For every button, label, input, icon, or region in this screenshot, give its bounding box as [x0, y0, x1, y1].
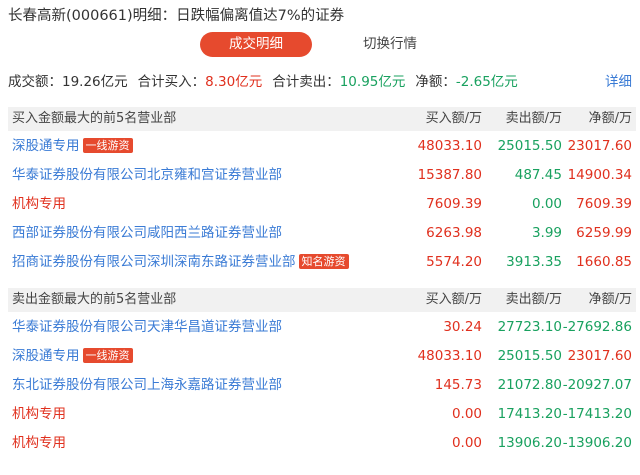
summary-bar: 成交额：19.26亿元 合计买入：8.30亿元 合计卖出：10.95亿元 净额：-2.…	[8, 72, 632, 92]
table-row[interactable]: 机构专用 7609.39 0.00 7609.39	[8, 190, 636, 219]
sell-amount: 25015.50	[497, 138, 562, 154]
column-header-sell: 卖出额/万	[505, 292, 562, 307]
net-amount: 7609.39	[576, 196, 632, 212]
page-title: 长春高新(000661)明细：日跌幅偏离值达7%的证券	[8, 8, 345, 24]
branch-name-text[interactable]: 华泰证券股份有限公司天津华昌道证券营业部	[12, 319, 282, 335]
buy-amount: 48033.10	[417, 138, 482, 154]
table-row[interactable]: 招商证券股份有限公司深圳深南东路证券营业部 知名游资 5574.20 3913.35 1…	[8, 248, 636, 277]
table-row[interactable]: 机构专用 0.00 13906.20 -13906.20	[8, 429, 636, 458]
total-buy-value: 8.30亿元	[205, 74, 263, 90]
branch-name[interactable]: 深股通专用 一线游资	[12, 342, 133, 371]
turnover-label: 成交额：	[8, 74, 62, 90]
sell-amount: 13906.20	[497, 435, 562, 451]
net-amount: -27692.86	[562, 319, 632, 335]
tab-bar: 成交明细 切换行情	[0, 32, 640, 58]
sell-amount: 27723.10	[497, 319, 562, 335]
sell-amount: 25015.50	[497, 348, 562, 364]
column-header-net: 净额/万	[588, 111, 632, 126]
buy-amount: 30.24	[443, 319, 482, 335]
trader-badge: 一线游资	[82, 138, 133, 153]
buy-amount: 145.73	[434, 377, 482, 393]
buy-amount: 15387.80	[417, 167, 482, 183]
table-row[interactable]: 华泰证券股份有限公司北京雍和宫证券营业部 15387.80 487.45 14900.…	[8, 161, 636, 190]
buy-amount: 5574.20	[426, 254, 482, 270]
net-amount: 1660.85	[576, 254, 632, 270]
branch-name-text[interactable]: 深股通专用	[12, 348, 80, 364]
tab-switch-quote[interactable]: 切换行情	[340, 32, 440, 57]
total-sell-label: 合计卖出：	[272, 74, 340, 90]
net-value: -2.65亿元	[455, 74, 518, 90]
column-header-buy: 买入额/万	[425, 292, 482, 307]
net-amount: 23017.60	[567, 348, 632, 364]
branch-name-text[interactable]: 机构专用	[12, 196, 66, 212]
branch-name-text[interactable]: 机构专用	[12, 406, 66, 422]
table-row[interactable]: 深股通专用 一线游资 48033.10 25015.50 23017.60	[8, 132, 636, 161]
tab-trade-detail[interactable]: 成交明细	[200, 32, 312, 57]
table-row[interactable]: 西部证券股份有限公司咸阳西兰路证券营业部 6263.98 3.99 6259.99	[8, 219, 636, 248]
buy-amount: 7609.39	[426, 196, 482, 212]
sell-amount: 17413.20	[497, 406, 562, 422]
column-header-net: 净额/万	[588, 292, 632, 307]
buy-amount: 0.00	[451, 406, 482, 422]
buy-amount: 0.00	[451, 435, 482, 451]
branch-name[interactable]: 机构专用	[12, 190, 66, 219]
branch-name[interactable]: 招商证券股份有限公司深圳深南东路证券营业部 知名游资	[12, 248, 349, 277]
branch-name[interactable]: 机构专用	[12, 429, 66, 458]
detail-link[interactable]: 详细	[605, 72, 632, 92]
sell-section-title: 卖出金额最大的前5名营业部	[12, 292, 177, 307]
buy-section-header: 买入金额最大的前5名营业部 买入额/万 卖出额/万 净额/万	[8, 107, 636, 131]
net-amount: 6259.99	[576, 225, 632, 241]
branch-name-text[interactable]: 机构专用	[12, 435, 66, 451]
branch-name[interactable]: 华泰证券股份有限公司北京雍和宫证券营业部	[12, 161, 282, 190]
net-amount: -13906.20	[562, 435, 632, 451]
branch-name[interactable]: 华泰证券股份有限公司天津华昌道证券营业部	[12, 313, 282, 342]
total-buy-label: 合计买入：	[137, 74, 206, 90]
net-amount: 23017.60	[567, 138, 632, 154]
sell-amount: 21072.80	[497, 377, 562, 393]
turnover-value: 19.26亿元	[62, 74, 128, 90]
column-header-sell: 卖出额/万	[505, 111, 562, 126]
sell-amount: 3.99	[531, 225, 562, 241]
branch-name-text[interactable]: 西部证券股份有限公司咸阳西兰路证券营业部	[12, 225, 282, 241]
buy-amount: 48033.10	[417, 348, 482, 364]
branch-name-text[interactable]: 深股通专用	[12, 138, 80, 154]
sell-amount: 0.00	[531, 196, 562, 212]
branch-name[interactable]: 深股通专用 一线游资	[12, 132, 133, 161]
net-label: 净额：	[415, 74, 456, 90]
sell-amount: 487.45	[514, 167, 562, 183]
table-row[interactable]: 华泰证券股份有限公司天津华昌道证券营业部 30.24 27723.10 -27692.…	[8, 313, 636, 342]
branch-name-text[interactable]: 招商证券股份有限公司深圳深南东路证券营业部	[12, 254, 296, 270]
trader-badge: 知名游资	[298, 254, 349, 269]
trader-badge: 一线游资	[82, 348, 133, 363]
branch-name[interactable]: 西部证券股份有限公司咸阳西兰路证券营业部	[12, 219, 282, 248]
buy-section-title: 买入金额最大的前5名营业部	[12, 111, 177, 126]
branch-name-text[interactable]: 华泰证券股份有限公司北京雍和宫证券营业部	[12, 167, 282, 183]
net-amount: -20927.07	[562, 377, 632, 393]
branch-name[interactable]: 机构专用	[12, 400, 66, 429]
net-amount: 14900.34	[567, 167, 632, 183]
branch-name[interactable]: 东北证券股份有限公司上海永嘉路证券营业部	[12, 371, 282, 400]
branch-name-text[interactable]: 东北证券股份有限公司上海永嘉路证券营业部	[12, 377, 282, 393]
buy-amount: 6263.98	[426, 225, 482, 241]
column-header-buy: 买入额/万	[425, 111, 482, 126]
sell-section-header: 卖出金额最大的前5名营业部 买入额/万 卖出额/万 净额/万	[8, 288, 636, 312]
table-row[interactable]: 机构专用 0.00 17413.20 -17413.20	[8, 400, 636, 429]
table-row[interactable]: 深股通专用 一线游资 48033.10 25015.50 23017.60	[8, 342, 636, 371]
sell-amount: 3913.35	[506, 254, 562, 270]
total-sell-value: 10.95亿元	[339, 74, 406, 90]
table-row[interactable]: 东北证券股份有限公司上海永嘉路证券营业部 145.73 21072.80 -20927…	[8, 371, 636, 400]
net-amount: -17413.20	[562, 406, 632, 422]
